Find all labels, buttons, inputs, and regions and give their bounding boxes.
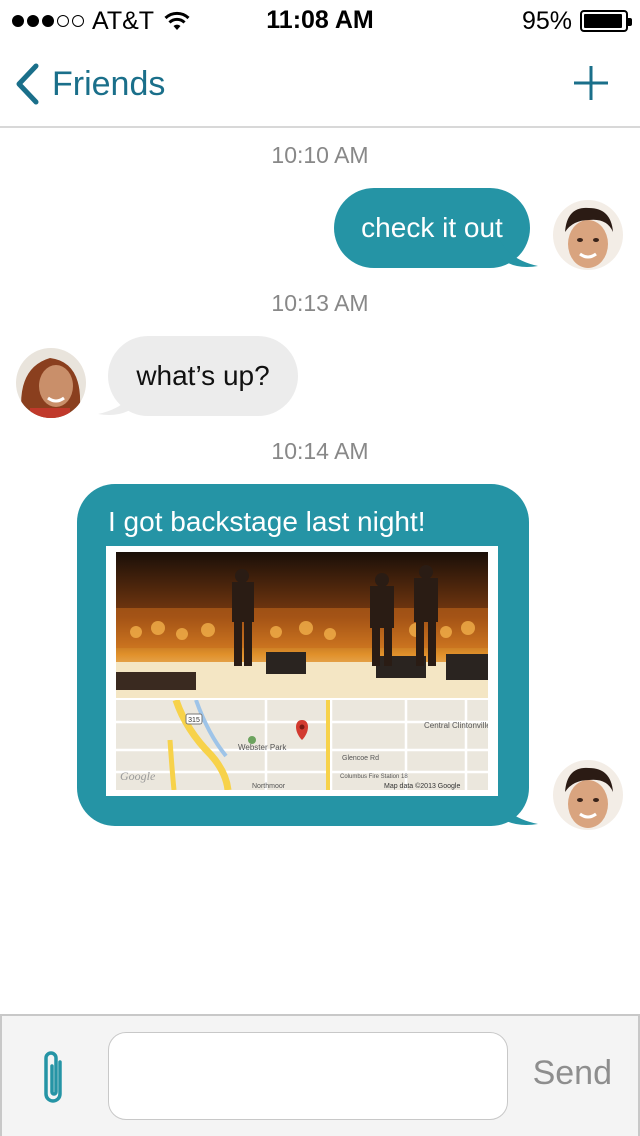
plus-icon[interactable] <box>572 64 610 102</box>
battery-level <box>584 14 622 28</box>
message-timestamp: 10:13 AM <box>271 290 369 316</box>
map-label: Central Clintonville <box>424 721 488 730</box>
status-bar: AT&T 11:08 AM 95% <box>0 0 640 40</box>
my-avatar[interactable] <box>553 200 623 270</box>
back-label: Friends <box>52 64 166 103</box>
location-map[interactable]: 315 Central Clintonville Webster Park Gl… <box>116 700 488 790</box>
bubble-tail <box>500 240 538 267</box>
message-attachment[interactable]: 315 Central Clintonville Webster Park Gl… <box>106 546 498 796</box>
map-label: Glencoe Rd <box>342 755 379 762</box>
map-label: Northmoor <box>252 783 286 790</box>
battery-icon <box>580 10 632 32</box>
map-label: Webster Park <box>238 743 287 752</box>
my-avatar[interactable] <box>553 760 623 830</box>
message-input[interactable] <box>108 1032 508 1120</box>
map-label: 315 <box>188 717 200 724</box>
message-text: check it out <box>361 212 503 243</box>
navigation-bar: Friends <box>0 40 640 128</box>
map-label: Columbus Fire Station 18 <box>340 774 408 780</box>
concert-stage-photo[interactable] <box>116 552 488 698</box>
map-attribution: Map data ©2013 Google <box>384 782 460 790</box>
paperclip-icon[interactable] <box>38 1048 70 1110</box>
message-text: I got backstage last night! <box>108 506 426 537</box>
back-button[interactable]: Friends <box>14 62 165 106</box>
status-right: 95% <box>521 6 632 36</box>
message-composer: Send <box>0 1014 640 1136</box>
send-button[interactable]: Send <box>533 1054 612 1093</box>
battery-percent: 95% <box>521 6 572 35</box>
map-logo: Google <box>120 769 156 783</box>
message-timestamp: 10:10 AM <box>271 142 369 168</box>
chevron-left-icon <box>16 63 39 105</box>
message-timestamp: 10:14 AM <box>271 438 369 464</box>
incoming-message-bubble[interactable]: what’s up? <box>108 336 298 416</box>
friend-avatar[interactable] <box>16 348 86 418</box>
message-text: what’s up? <box>136 360 270 391</box>
